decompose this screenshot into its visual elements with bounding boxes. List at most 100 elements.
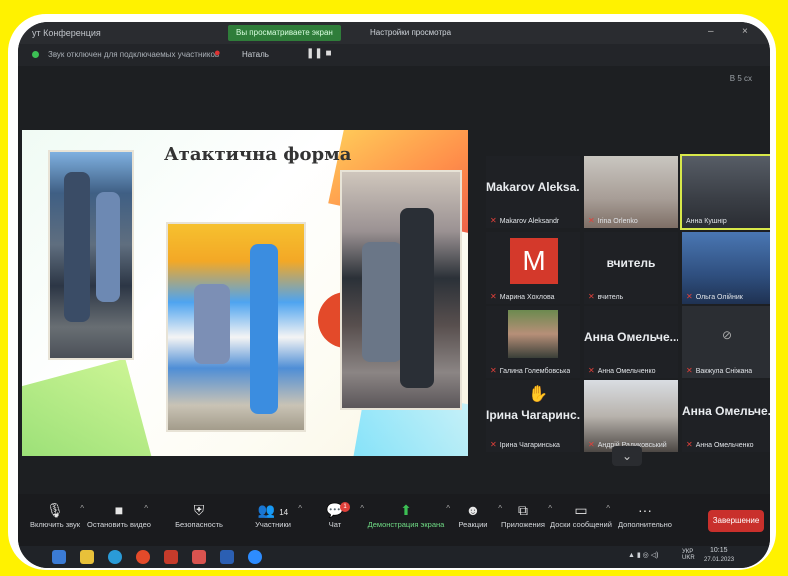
participant-tile[interactable]: ⊘ ✕ Вакжула Сніжана [682, 306, 770, 378]
language-indicator[interactable]: УКР UKR [682, 549, 695, 561]
slide-title: Атактична форма [164, 144, 352, 165]
zoom-window: ут Конференция Вы просматриваете экран Н… [18, 22, 770, 568]
mic-muted-icon: ✕ [490, 440, 497, 449]
mic-muted-icon[interactable]: ● [214, 47, 221, 59]
participant-label: Анна Кушнір [686, 218, 727, 225]
mic-muted-icon: ✕ [588, 366, 595, 375]
participant-tile-active[interactable]: Анна Кушнір [680, 154, 770, 230]
window-title: ут Конференция [32, 28, 101, 38]
participant-tile[interactable]: ✕ Андрій Радиковський [584, 380, 678, 452]
participants-count: 14 [279, 508, 289, 517]
reactions-label: Реакции [458, 520, 488, 529]
meeting-toolbar: 🎙 ^ Включить звук ■ ^ Остановить видео ⛨… [18, 494, 770, 546]
avatar: M [510, 238, 558, 284]
mic-muted-icon: ✕ [490, 366, 497, 375]
mute-label: Включить звук [29, 520, 81, 529]
clock-date: 27.01.2023 [704, 557, 735, 563]
participant-video [508, 310, 558, 358]
participant-name-large: вчитель [606, 256, 656, 270]
person-figure [64, 172, 90, 322]
tray-icons[interactable]: ▲ ▮ ◎ ◁) [628, 551, 658, 559]
video-off-icon: ⊘ [722, 328, 733, 342]
zoom-icon[interactable] [248, 550, 262, 564]
view-settings-menu[interactable]: Настройки просмотра [370, 28, 451, 37]
participant-tile[interactable]: M ✕ Марина Хохлова [486, 232, 580, 304]
participant-tile[interactable]: Makarov Aleksa... ✕ Makarov Aleksandr [486, 156, 580, 228]
speaker-name: Наталь [242, 50, 269, 59]
more-button[interactable]: ··· Дополнительно [610, 500, 680, 529]
participants-button[interactable]: 👥 14 ^ Участники [238, 500, 308, 529]
mic-muted-icon: ✕ [490, 292, 497, 301]
child-figure [362, 242, 402, 362]
share-status-bar: Звук отключен для подключаемых участнико… [18, 44, 770, 66]
participant-tile[interactable]: Анна Омельче... ✕ Анна Омельченко [682, 380, 770, 452]
minimize-button[interactable]: – [708, 26, 714, 37]
powerpoint-icon[interactable] [164, 550, 178, 564]
search-icon[interactable] [52, 550, 66, 564]
participant-tile[interactable]: ✕ Irina Orlenko [584, 156, 678, 228]
mic-muted-icon: ✕ [588, 292, 595, 301]
participant-name-large: Анна Омельче... [682, 404, 770, 418]
edge-icon[interactable] [108, 550, 122, 564]
slide-structure [250, 244, 278, 414]
participant-label: ✕ Irina Orlenko [588, 216, 638, 225]
chevron-up-icon[interactable]: ^ [144, 504, 148, 513]
share-screen-icon: ⬆ [400, 502, 412, 518]
chat-button[interactable]: 💬 1 ^ Чат [300, 500, 370, 529]
more-label: Дополнительно [618, 520, 672, 529]
close-button[interactable]: × [742, 26, 748, 37]
participant-tile[interactable]: ✋ Ірина Чагаринс... ✕ Ірина Чагаринська [486, 380, 580, 452]
shared-slide: Атактична форма [22, 130, 468, 456]
slide-photo-left [48, 150, 134, 360]
stop-video-label: Остановить видео [87, 520, 151, 529]
mic-muted-icon: ✕ [588, 216, 595, 225]
slide-photo-right [340, 170, 462, 410]
clock-time: 10:15 [710, 547, 728, 554]
app-icon[interactable] [192, 550, 206, 564]
participant-tile[interactable]: ✕ Ольга Олійник [682, 232, 770, 304]
participant-name-large: Ірина Чагаринс... [486, 408, 580, 422]
stop-video-button[interactable]: ■ ^ Остановить видео [84, 500, 154, 529]
folder-icon[interactable] [80, 550, 94, 564]
apps-label: Приложения [501, 520, 545, 529]
participant-label: ✕ вчитель [588, 292, 624, 301]
participant-label: ✕ Ольга Олійник [686, 292, 743, 301]
status-dot-icon [32, 51, 39, 58]
adult-figure [400, 208, 434, 388]
mic-muted-icon: ✕ [490, 216, 497, 225]
shield-icon: ⛨ [193, 502, 205, 518]
child-figure [194, 284, 230, 364]
participant-name-large: Makarov Aleksa... [486, 180, 580, 194]
mic-muted-icon: ✕ [686, 366, 693, 375]
participant-label: ✕ Анна Омельченко [588, 366, 656, 375]
person-figure [96, 192, 120, 302]
participant-label: ✕ Вакжула Сніжана [686, 366, 753, 375]
end-meeting-button[interactable]: Завершение [708, 510, 764, 532]
participant-tile[interactable]: Анна Омельче... ✕ Анна Омельченко [584, 306, 678, 378]
slide-photo-center [166, 222, 306, 432]
whiteboards-label: Доски сообщений [550, 520, 612, 529]
mic-muted-icon: ✕ [588, 440, 595, 449]
participant-label: ✕ Галина Голембовська [490, 366, 571, 375]
share-screen-button[interactable]: ⬆ ^ Демонстрация экрана [366, 500, 450, 529]
pause-stop-controls[interactable]: ❚❚ ■ [306, 48, 332, 59]
mute-button[interactable]: 🎙 ^ Включить звук [20, 500, 90, 529]
gallery-next-icon[interactable]: ⌄ [612, 446, 642, 466]
chevron-up-icon[interactable]: ^ [360, 504, 364, 513]
mic-muted-icon: ✕ [686, 292, 693, 301]
whiteboards-button[interactable]: ▭ ^ Доски сообщений [546, 500, 616, 529]
participant-label: ✕ Makarov Aleksandr [490, 216, 560, 225]
chrome-icon[interactable] [136, 550, 150, 564]
more-icon: ··· [638, 502, 652, 518]
slide-decoration [22, 358, 154, 456]
participant-tile[interactable]: вчитель ✕ вчитель [584, 232, 678, 304]
share-screen-label: Демонстрация экрана [367, 520, 445, 529]
screen-view-tag: Вы просматриваете экран [228, 25, 341, 41]
participant-label: ✕ Ірина Чагаринська [490, 440, 560, 449]
security-label: Безопасность [175, 520, 223, 529]
mute-notice: Звук отключен для подключаемых участнико… [48, 50, 220, 59]
word-icon[interactable] [220, 550, 234, 564]
view-indicator: В 5 сх [729, 74, 752, 83]
security-button[interactable]: ⛨ Безопасность [164, 500, 234, 529]
participant-tile[interactable]: ✕ Галина Голембовська [486, 306, 580, 378]
